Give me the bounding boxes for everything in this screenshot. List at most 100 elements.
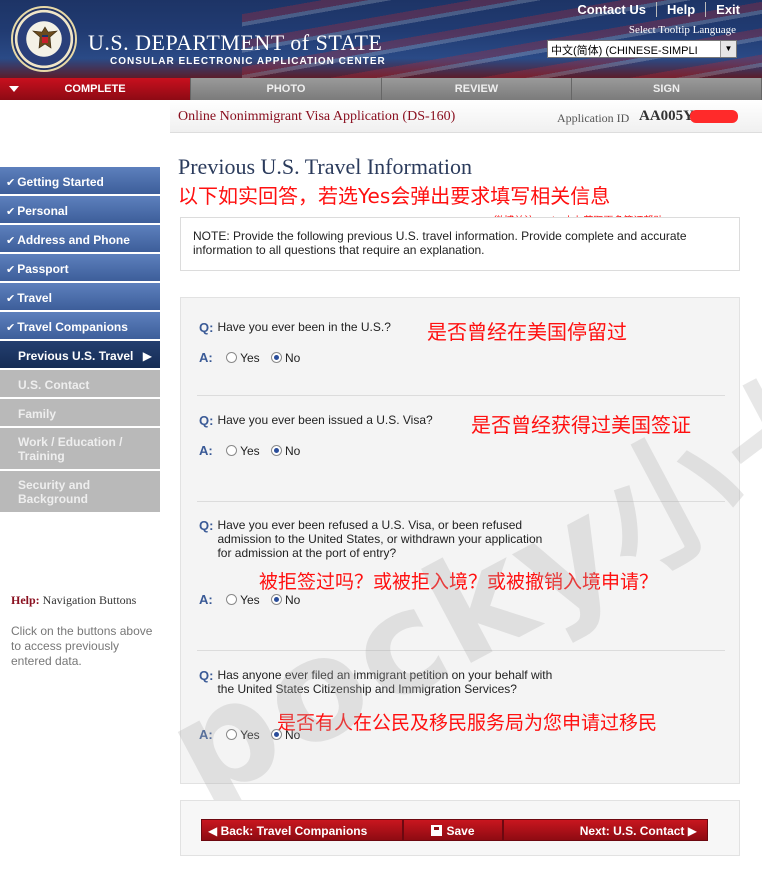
question-3-annotation: 被拒签过吗？或被拒入境？或被撤销入境申请？: [259, 571, 659, 593]
save-button[interactable]: Save: [403, 819, 503, 841]
help-title-text: Navigation Buttons: [42, 593, 137, 607]
radio-yes[interactable]: [226, 729, 238, 740]
sidebar-nav: ✔ Getting Started ✔ Personal ✔ Address and …: [0, 167, 160, 514]
answer-2-yes-option[interactable]: Yes: [226, 444, 260, 458]
question-text: Have you ever been in the U.S.?: [217, 320, 391, 334]
floppy-disk-icon: [431, 825, 443, 836]
step-photo[interactable]: PHOTO: [191, 78, 382, 100]
answer-label: A:: [199, 443, 213, 458]
sidebar-item-label: U.S. Contact: [18, 378, 90, 392]
tooltip-language-label: Select Tooltip Language: [628, 24, 736, 36]
language-selected-value: 中文(简体) (CHINESE-SIMPLI: [551, 45, 698, 57]
radio-no-selected[interactable]: [270, 594, 282, 605]
answer-4: A: Yes No: [199, 727, 308, 742]
chevron-right-icon: ▶: [142, 349, 152, 363]
divider: [197, 501, 725, 502]
application-id-redaction: [690, 110, 738, 123]
sidebar-item-security-background[interactable]: Security and Background: [0, 471, 160, 512]
answer-3-yes-option[interactable]: Yes: [226, 593, 260, 607]
sidebar-item-label: Getting Started: [17, 175, 104, 189]
sidebar-item-travel-companions[interactable]: ✔ Travel Companions: [0, 312, 160, 339]
step-label: COMPLETE: [64, 83, 126, 95]
top-links: Contact Us Help Exit: [567, 2, 750, 17]
next-button[interactable]: Next: U.S. Contact ▶: [503, 819, 708, 841]
sidebar-item-label: Security and Background: [18, 478, 91, 506]
help-navigation-text: Click on the buttons above to access pre…: [11, 624, 153, 668]
help-prefix: Help:: [11, 593, 40, 607]
caret-down-icon: [9, 86, 19, 92]
radio-yes[interactable]: [226, 352, 238, 363]
no-label: No: [284, 351, 301, 365]
checkmark-icon: ✔: [6, 206, 16, 218]
step-review[interactable]: REVIEW: [382, 78, 572, 100]
checkmark-icon: ✔: [6, 264, 16, 276]
sidebar-item-us-contact[interactable]: U.S. Contact: [0, 370, 160, 397]
department-subtitle: CONSULAR ELECTRONIC APPLICATION CENTER: [110, 56, 386, 67]
state-department-seal-icon: [11, 6, 77, 72]
chevron-left-icon: ◀: [208, 824, 218, 838]
checkmark-icon: ✔: [6, 177, 16, 189]
department-title: U.S. DEPARTMENT of STATE: [88, 30, 383, 55]
question-label: Q:: [199, 668, 214, 683]
question-text: Has anyone ever filed an immigrant petit…: [217, 668, 553, 696]
save-button-label: Save: [446, 824, 475, 838]
application-id-label: Application ID: [557, 111, 630, 125]
back-button[interactable]: ◀ Back: Travel Companions: [201, 819, 403, 841]
step-complete[interactable]: COMPLETE: [0, 78, 191, 100]
yes-label: Yes: [240, 593, 260, 607]
answer-2-no-option[interactable]: No: [270, 444, 301, 458]
no-label: No: [284, 444, 301, 458]
question-text: Have you ever been issued a U.S. Visa?: [217, 413, 433, 427]
sidebar-item-address-phone[interactable]: ✔ Address and Phone: [0, 225, 160, 252]
chevron-right-icon: ▶: [687, 824, 697, 838]
step-label: PHOTO: [266, 83, 306, 95]
answer-1-no-option[interactable]: No: [270, 351, 301, 365]
exit-link[interactable]: Exit: [705, 2, 750, 17]
radio-no-selected[interactable]: [270, 445, 282, 456]
sidebar-item-family[interactable]: Family: [0, 399, 160, 426]
step-sign[interactable]: SIGN: [572, 78, 762, 100]
sidebar-item-previous-us-travel[interactable]: Previous U.S. Travel ▶: [0, 341, 160, 368]
sidebar-item-getting-started[interactable]: ✔ Getting Started: [0, 167, 160, 194]
help-link[interactable]: Help: [655, 2, 705, 17]
question-1-annotation: 是否曾经在美国停留过: [427, 320, 627, 344]
sidebar-item-label: Personal: [17, 204, 68, 218]
question-2-annotation: 是否曾经获得过美国签证: [471, 413, 691, 437]
sidebar-item-label: Address and Phone: [17, 233, 130, 247]
answer-label: A:: [199, 592, 213, 607]
answer-4-yes-option[interactable]: Yes: [226, 728, 260, 742]
sidebar-item-passport[interactable]: ✔ Passport: [0, 254, 160, 281]
no-label: No: [284, 728, 301, 742]
sidebar-item-personal[interactable]: ✔ Personal: [0, 196, 160, 223]
radio-no-selected[interactable]: [270, 729, 282, 740]
radio-yes[interactable]: [226, 594, 238, 605]
contact-us-link[interactable]: Contact Us: [567, 2, 656, 17]
sidebar-item-work-education[interactable]: Work / Education / Training: [0, 428, 160, 469]
question-4: Q: Has anyone ever filed an immigrant pet…: [199, 668, 559, 696]
tooltip-language-select[interactable]: 中文(简体) (CHINESE-SIMPLI ▼: [547, 40, 737, 58]
answer-1-yes-option[interactable]: Yes: [226, 351, 260, 365]
site-header: Contact Us Help Exit U.S. DEPARTMENT of …: [0, 0, 762, 78]
application-title: Online Nonimmigrant Visa Application (DS…: [178, 109, 456, 124]
yes-label: Yes: [240, 728, 260, 742]
radio-yes[interactable]: [226, 445, 238, 456]
note-box: NOTE: Provide the following previous U.S…: [180, 217, 740, 271]
questions-panel: Q: Have you ever been in the U.S.? 是否曾经在美…: [180, 297, 740, 784]
progress-steps: COMPLETE PHOTO REVIEW SIGN: [0, 78, 762, 100]
sidebar-item-label: Travel: [17, 291, 52, 305]
question-1: Q: Have you ever been in the U.S.?: [199, 320, 391, 335]
annotation-top: 以下如实回答，若选Yes会弹出要求填写相关信息: [178, 184, 611, 208]
sidebar-item-travel[interactable]: ✔ Travel: [0, 283, 160, 310]
sidebar-item-label: Family: [18, 407, 57, 421]
chevron-down-icon[interactable]: ▼: [720, 41, 736, 57]
sidebar-item-label: Passport: [17, 262, 69, 276]
radio-no-selected[interactable]: [270, 352, 282, 363]
answer-4-no-option[interactable]: No: [270, 728, 301, 742]
checkmark-icon: ✔: [6, 235, 16, 247]
answer-3-no-option[interactable]: No: [270, 593, 300, 607]
answer-1: A: Yes No: [199, 350, 308, 365]
eagle-icon: [32, 26, 58, 49]
yes-label: Yes: [240, 444, 260, 458]
page-title: Previous U.S. Travel Information: [178, 154, 472, 179]
answer-label: A:: [199, 350, 213, 365]
